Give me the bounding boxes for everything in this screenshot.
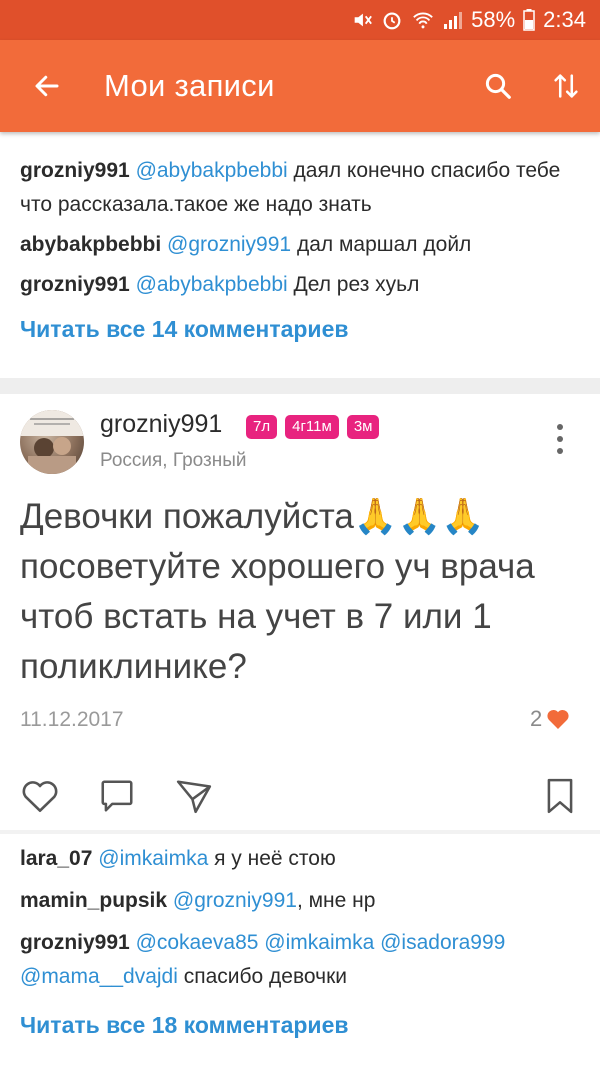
heart-outline-icon: [22, 781, 58, 813]
comment-user[interactable]: grozniy991: [20, 273, 130, 296]
post-text: Девочки пожалуйста🙏🙏🙏 посоветуйте хороше…: [20, 497, 535, 686]
comment: mamin_pupsik @grozniy991, мне нр: [20, 884, 580, 918]
age-badge: 3м: [346, 415, 380, 439]
status-bar: 58% 2:34: [0, 0, 600, 40]
likes-count[interactable]: 2: [530, 706, 570, 732]
clock: 2:34: [543, 7, 586, 32]
divider: [0, 830, 600, 834]
comment-user[interactable]: abybakpbebbi: [20, 233, 161, 256]
comment-text: дал маршал дойл: [296, 233, 472, 256]
age-badge: 4г11м: [285, 415, 339, 439]
more-options-icon[interactable]: [550, 424, 570, 464]
comment-text: , мне нр: [296, 889, 376, 912]
comment-mention[interactable]: @grozniy991: [173, 889, 297, 912]
read-all-comments-link[interactable]: Читать все 14 комментариев: [20, 316, 580, 343]
heart-filled-icon: [547, 710, 569, 729]
sort-arrows-icon: [554, 74, 578, 98]
comment-mention[interactable]: @abybakpbebbi: [136, 273, 288, 296]
arrow-left-icon: [35, 75, 59, 97]
likes-number: 2: [530, 706, 543, 731]
section-divider: [0, 378, 600, 394]
bookmark-button[interactable]: [538, 774, 582, 818]
comment-text: я у неё стою: [214, 847, 336, 870]
app-bar: Мои записи: [0, 40, 600, 132]
send-icon: [176, 780, 212, 814]
comment-mention[interactable]: @imkaimka: [98, 847, 208, 870]
comment-button[interactable]: [95, 774, 139, 818]
post-author[interactable]: grozniy991: [100, 410, 222, 439]
battery-icon: [523, 9, 535, 31]
sort-button[interactable]: [532, 40, 600, 132]
page-title: Мои записи: [104, 68, 275, 103]
battery-percent: 58%: [471, 7, 516, 32]
like-button[interactable]: [18, 774, 62, 818]
comment-mention[interactable]: @abybakpbebbi: [136, 159, 288, 182]
comment-text: спасибо девочки: [183, 965, 347, 988]
comment-mention[interactable]: @grozniy991: [167, 233, 291, 256]
child-age-badges: 7л 4г11м 3м: [246, 415, 380, 439]
post-actions: [0, 768, 600, 824]
age-badge: 7л: [246, 415, 278, 439]
back-button[interactable]: [12, 40, 82, 132]
comment-user[interactable]: mamin_pupsik: [20, 889, 167, 912]
search-button[interactable]: [464, 40, 532, 132]
post-header: grozniy991 7л 4г11м 3м Россия, Грозный: [0, 396, 600, 488]
bookmark-icon: [547, 778, 573, 814]
read-all-comments-link[interactable]: Читать все 18 комментариев: [20, 1012, 580, 1039]
search-icon: [485, 73, 511, 99]
wifi-icon: [411, 9, 435, 31]
avatar[interactable]: [20, 410, 84, 474]
post-date: 11.12.2017: [20, 708, 124, 731]
comment: grozniy991 @abybakpbebbi Дел рез хуьл: [20, 268, 580, 302]
post-location: Россия, Грозный: [100, 450, 247, 471]
comment: grozniy991 @cokaeva85 @imkaimka @isadora…: [20, 926, 580, 994]
comment-user[interactable]: grozniy991: [20, 931, 130, 954]
post-comments: lara_07 @imkaimka я у неё стою mamin_pup…: [0, 842, 600, 1039]
signal-icon: [443, 10, 463, 30]
comment-text: Дел рез хуьл: [293, 273, 420, 296]
mute-icon: [351, 9, 373, 31]
comment-bubble-icon: [101, 780, 133, 812]
comment: grozniy991 @abybakpbebbi даял конечно сп…: [20, 154, 580, 222]
comment-user[interactable]: lara_07: [20, 847, 92, 870]
comment: abybakpbebbi @grozniy991 дал маршал дойл: [20, 228, 580, 262]
share-button[interactable]: [172, 774, 216, 818]
prev-comments: grozniy991 @abybakpbebbi даял конечно сп…: [0, 154, 600, 343]
alarm-icon: [381, 9, 403, 31]
comment: lara_07 @imkaimka я у неё стою: [20, 842, 580, 876]
comment-user[interactable]: grozniy991: [20, 159, 130, 182]
